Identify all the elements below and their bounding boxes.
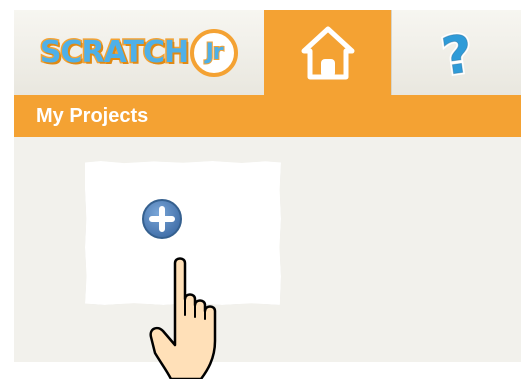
home-icon bbox=[301, 26, 354, 79]
tab-help[interactable]: ? ? bbox=[391, 10, 521, 95]
logo-jr-badge: Jr bbox=[190, 28, 239, 77]
top-navigation-bar: SCRATCH Jr ? ? bbox=[14, 10, 521, 95]
logo-text: SCRATCH bbox=[38, 34, 190, 72]
pointing-hand-icon bbox=[149, 257, 217, 379]
page-title: My Projects bbox=[36, 104, 149, 127]
scratchjr-logo: SCRATCH Jr bbox=[38, 28, 239, 77]
question-mark-icon: ? ? bbox=[436, 23, 478, 83]
section-header: My Projects bbox=[14, 95, 521, 137]
tab-home[interactable] bbox=[264, 10, 391, 95]
logo-tab[interactable]: SCRATCH Jr bbox=[14, 10, 264, 95]
scratchjr-app: SCRATCH Jr ? ? My Projects bbox=[14, 10, 521, 362]
projects-area bbox=[14, 137, 521, 362]
svg-text:?: ? bbox=[438, 24, 476, 83]
plus-circle-icon[interactable] bbox=[140, 197, 184, 241]
